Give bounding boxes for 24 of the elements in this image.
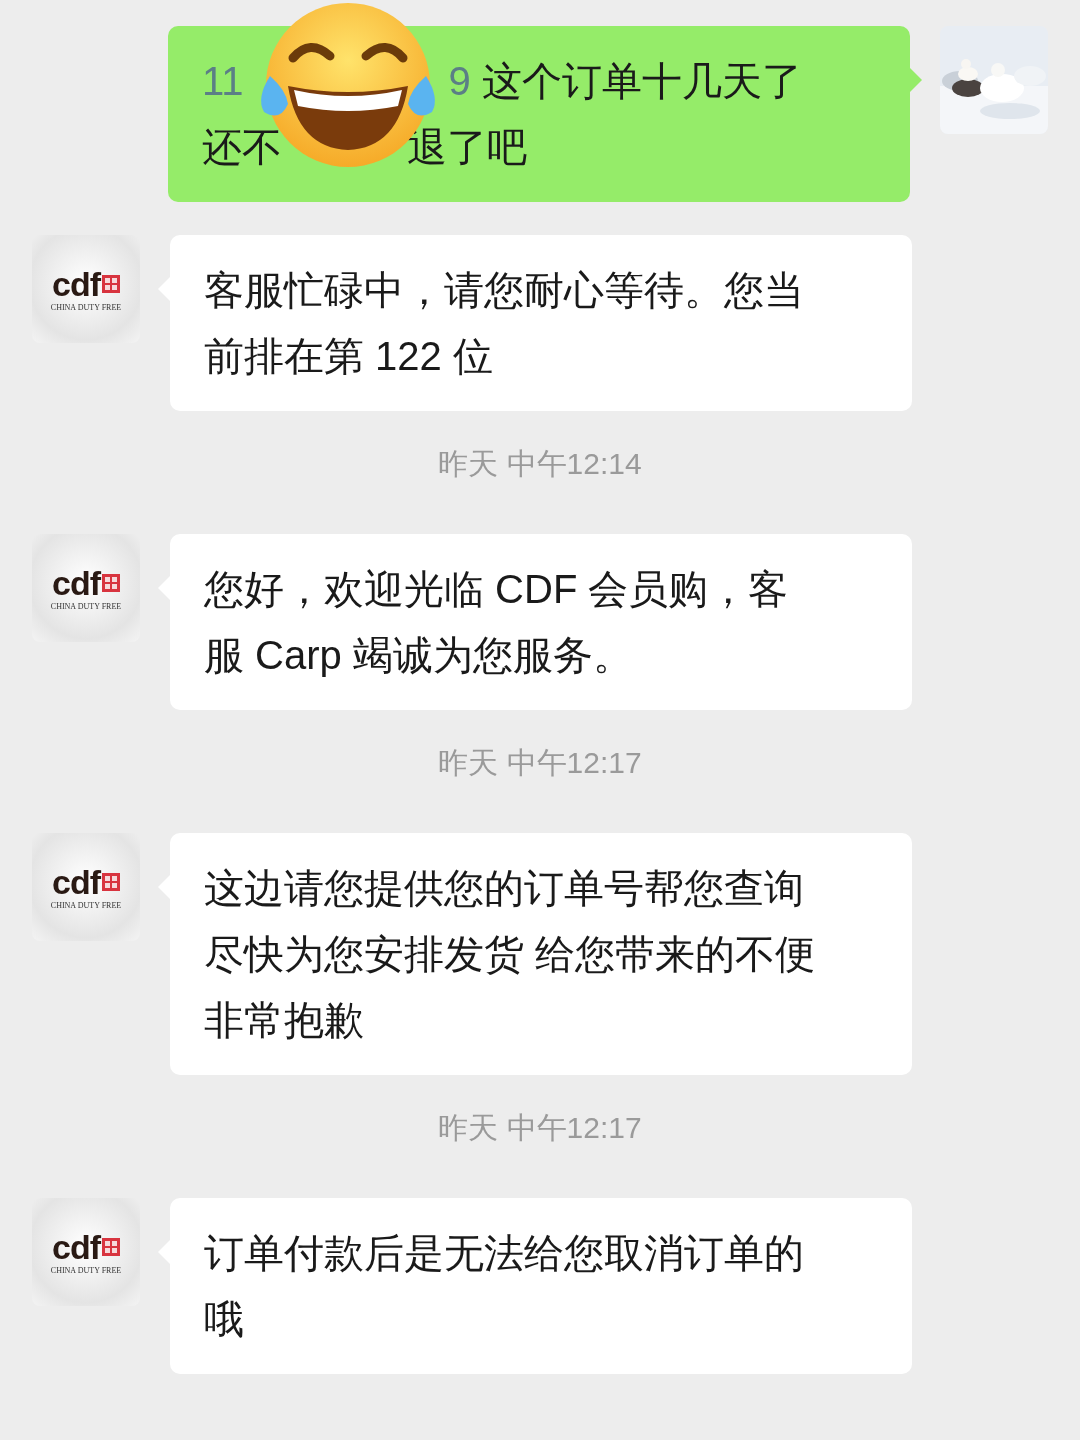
avatar[interactable]: cdf CHINA DUTY FREE	[32, 833, 140, 941]
logo-text: cdf	[52, 1229, 100, 1264]
avatar[interactable]: cdf CHINA DUTY FREE	[32, 235, 140, 343]
logo-caption: CHINA DUTY FREE	[50, 601, 122, 611]
timestamp: 昨天 中午12:14	[438, 446, 642, 482]
message-bubble: 您好，欢迎光临 CDF 会员购，客 服 Carp 竭诚为您服务。	[170, 534, 912, 710]
logo-text: cdf	[52, 864, 100, 899]
logo-caption: CHINA DUTY FREE	[50, 302, 122, 312]
avatar[interactable]: cdf CHINA DUTY FREE	[32, 1198, 140, 1306]
message-bubble: 订单付款后是无法给您取消订单的 哦	[170, 1198, 912, 1374]
seal-icon	[102, 274, 120, 293]
logo-caption: CHINA DUTY FREE	[50, 900, 122, 910]
seal-icon	[102, 1237, 120, 1256]
seal-icon	[102, 872, 120, 891]
logo-text: cdf	[52, 266, 100, 301]
logo-text: cdf	[52, 565, 100, 600]
message-bubble: 这边请您提供您的订单号帮您查询 尽快为您安排发货 给您带来的不便 非常抱歉	[170, 833, 912, 1075]
logo-caption: CHINA DUTY FREE	[50, 1265, 122, 1275]
timestamp: 昨天 中午12:17	[438, 745, 642, 781]
timestamp: 昨天 中午12:17	[438, 1110, 642, 1146]
seal-icon	[102, 573, 120, 592]
bubble-tail	[910, 68, 922, 92]
message-bubble: 客服忙碌中，请您耐心等待。您当 前排在第 122 位	[170, 235, 912, 411]
avatar[interactable]: cdf CHINA DUTY FREE	[32, 534, 140, 642]
